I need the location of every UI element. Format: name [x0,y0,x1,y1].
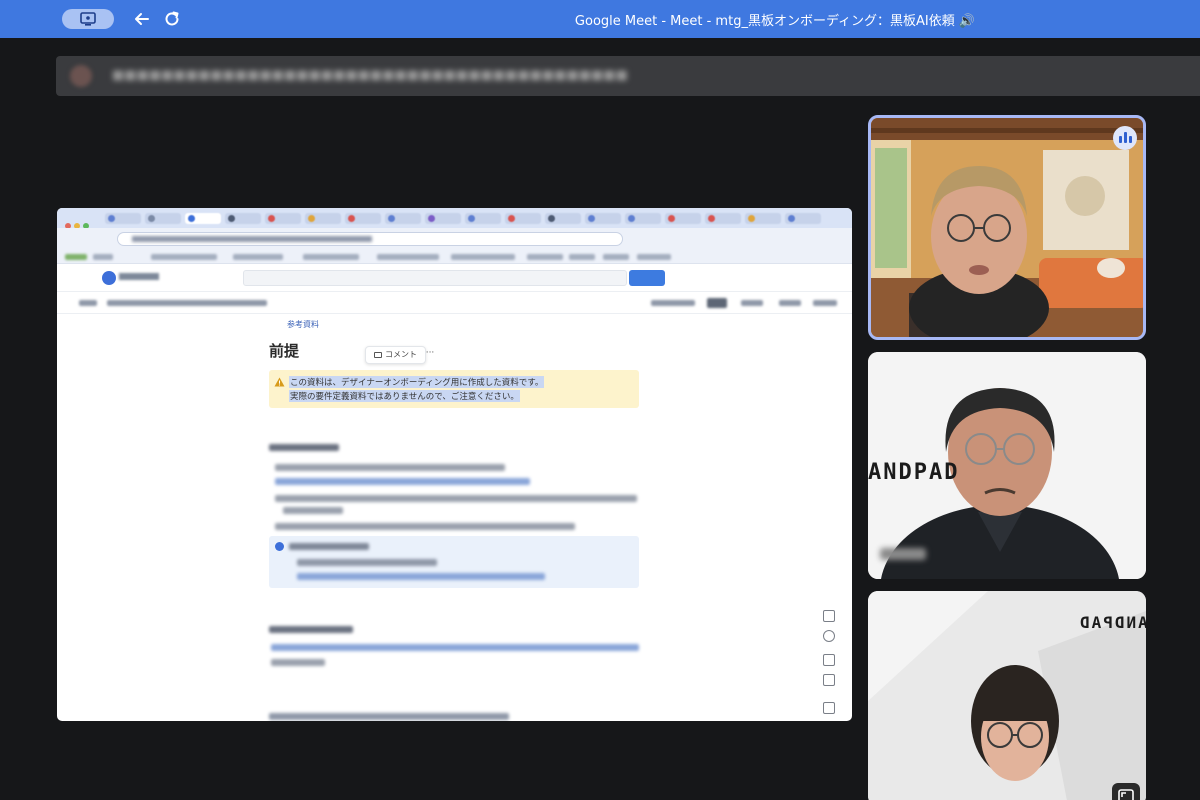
back-button[interactable] [132,9,152,29]
blurred-info-box [269,536,639,588]
shared-tab [105,213,141,224]
notification-avatar [70,65,92,87]
shared-address-row [57,228,852,250]
app-menu-button[interactable] [62,9,114,29]
shared-browser-tabstrip [57,208,852,229]
shared-breadcrumb [57,292,852,314]
participant-tile-2[interactable]: ANDPAD [868,352,1146,579]
callout-line-1: この資料は、デザイナーオンボーディング用に作成した資料です。 [289,376,545,388]
comment-button: コメント [365,346,426,364]
shared-address-bar [117,232,623,246]
shared-document-body: 参考資料 前提 コメント ··· この資料は、デザイナーオンボーディング用に作成… [57,314,852,721]
expand-side-icon [823,702,835,714]
comment-side-icon [823,610,835,622]
blurred-link [271,644,639,651]
callout-line-2: 実際の要件定義資料ではありませんので、ご注意ください。 [289,390,520,402]
blurred-bullet [275,495,637,502]
notification-bar[interactable]: ■■■■■■■■■■■■■■■■■■■■■■■■■■■■■■■■■■■■■■■■… [56,56,1200,96]
participant-3-brand-text: ANDPAD [1078,613,1146,632]
participant-3-brand-mirrored: ANDPAD [1078,613,1146,632]
shared-tab [505,213,541,224]
reference-link: 参考資料 [287,320,319,329]
blurred-subheading [269,626,353,633]
shared-app-header [57,264,852,292]
shared-tab [465,213,501,224]
shared-search-box [243,270,627,286]
participant-tile-1[interactable] [868,115,1146,340]
blurred-bullet [283,507,343,514]
blurred-bullet [275,478,530,485]
reload-button[interactable] [162,9,182,29]
info-side-icon [823,630,835,642]
shared-tab [545,213,581,224]
shared-bookmarks-bar [57,250,852,264]
warning-icon [274,377,285,387]
shared-app-logo [102,271,116,285]
blurred-bullet [275,464,505,471]
comment-label: コメント [385,350,417,359]
shared-tab-active [185,213,221,224]
participant-tile-3[interactable]: ANDPAD [868,591,1146,800]
video-side-icon [823,654,835,666]
audio-level-icon [1113,126,1137,150]
shared-tab [145,213,181,224]
window-title-bar: Google Meet - Meet - mtg_黒板オンボーディング：黒板AI… [0,0,1200,38]
document-heading: 前提 [269,342,300,360]
blurred-subheading [269,444,339,451]
shared-screen: 参考資料 前提 コメント ··· この資料は、デザイナーオンボーディング用に作成… [57,208,852,721]
window-title: Google Meet - Meet - mtg_黒板オンボーディング：黒板AI… [574,14,976,29]
back-arrow-icon [135,13,149,25]
shared-app-name [119,273,159,280]
shared-tab [785,213,821,224]
blurred-text [269,713,509,720]
shared-tab [305,213,341,224]
expand-icon [1118,789,1134,800]
shared-tab [265,213,301,224]
shared-tab [745,213,781,224]
shared-tab [225,213,261,224]
shared-tab [385,213,421,224]
tile-expand-button[interactable] [1112,783,1140,800]
blurred-text [271,659,325,666]
announce-side-icon [823,674,835,686]
shared-search-button [629,270,665,286]
participant-2-brand: ANDPAD [868,460,960,485]
shared-tab [345,213,381,224]
blurred-bullet [275,523,575,530]
shared-tab [665,213,701,224]
shared-tab [705,213,741,224]
participant-1-video [871,118,1143,337]
more-options-button: ··· [425,348,435,358]
reload-icon [165,11,179,26]
shared-tab [585,213,621,224]
warning-callout: この資料は、デザイナーオンボーディング用に作成した資料です。 実際の要件定義資料… [269,370,639,408]
participant-2-name-blurred [880,548,926,560]
shared-tab [425,213,461,224]
notification-blurred-text: ■■■■■■■■■■■■■■■■■■■■■■■■■■■■■■■■■■■■■■■■… [112,68,628,83]
shared-tab [625,213,661,224]
comment-icon [374,352,382,358]
meet-window-icon [80,12,96,26]
